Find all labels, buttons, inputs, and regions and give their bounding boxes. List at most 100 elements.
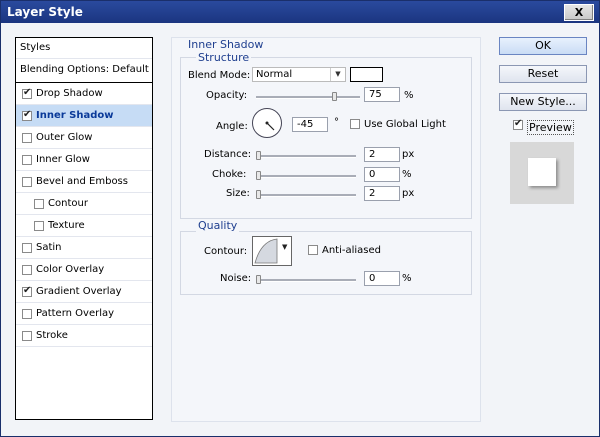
style-item-label: Inner Glow [36,154,90,165]
style-item-inner-shadow[interactable]: ✔ Inner Shadow [16,105,152,127]
style-item-color-overlay[interactable]: Color Overlay [16,259,152,281]
blend-mode-label: Blend Mode: [188,70,251,81]
choke-slider[interactable] [256,171,356,180]
anti-aliased-label: Anti-aliased [322,245,382,256]
quality-title: Quality [196,219,240,232]
style-item-label: Inner Shadow [36,110,114,121]
noise-unit: % [402,273,412,284]
style-checkbox-outer-glow[interactable] [22,133,32,143]
contour-curve-icon: ▼ [254,238,288,264]
preview-label: Preview [527,120,574,135]
size-unit: px [402,188,415,199]
close-button[interactable]: X [564,4,594,21]
window-title: Layer Style [7,5,83,19]
blending-options-label: Blending Options: Default [20,64,149,75]
style-checkbox-drop-shadow[interactable]: ✔ [22,87,32,99]
style-item-inner-glow[interactable]: Inner Glow [16,149,152,171]
svg-text:▼: ▼ [282,243,288,251]
style-item-label: Drop Shadow [36,88,103,99]
choke-unit: % [402,169,412,180]
preview-checkbox[interactable]: ✔ [513,118,523,130]
noise-slider[interactable] [256,275,356,284]
contour-picker[interactable]: ▼ [252,236,292,266]
style-item-label: Outer Glow [36,132,93,143]
style-checkbox-satin[interactable] [22,243,32,253]
style-item-label: Color Overlay [36,264,105,275]
contour-label: Contour: [204,246,248,257]
title-bar[interactable]: Layer Style X [1,1,599,23]
checkmark-icon: ✔ [514,118,523,129]
distance-slider-thumb[interactable] [256,151,261,160]
use-global-light-checkbox[interactable] [350,119,360,129]
ok-button[interactable]: OK [499,37,587,55]
style-item-drop-shadow[interactable]: ✔ Drop Shadow [16,83,152,105]
opacity-slider-thumb[interactable] [332,92,337,101]
style-item-satin[interactable]: Satin [16,237,152,259]
style-checkbox-inner-glow[interactable] [22,155,32,165]
size-slider-thumb[interactable] [256,190,261,199]
style-preview-thumbnail [510,142,574,204]
distance-label: Distance: [204,149,252,160]
style-item-label: Contour [48,198,88,209]
blending-options-item[interactable]: Blending Options: Default [16,59,152,83]
opacity-slider[interactable] [256,92,360,101]
distance-unit: px [402,149,415,160]
shadow-color-swatch[interactable] [350,67,383,82]
blend-mode-value: Normal [256,69,293,80]
style-checkbox-pattern-overlay[interactable] [22,309,32,319]
style-checkbox-stroke[interactable] [22,331,32,341]
style-item-label: Texture [48,220,85,231]
style-checkbox-inner-shadow[interactable]: ✔ [22,109,32,121]
distance-slider[interactable] [256,151,356,160]
angle-dial-needle-icon [265,121,275,131]
style-item-label: Bevel and Emboss [36,176,128,187]
angle-dial[interactable] [252,108,282,138]
quality-group [180,231,472,295]
layer-style-dialog: Layer Style X Styles Blending Options: D… [0,0,600,437]
reset-button[interactable]: Reset [499,65,587,83]
distance-input[interactable]: 2 [364,147,400,162]
choke-label: Choke: [212,169,247,180]
style-checkbox-color-overlay[interactable] [22,265,32,275]
choke-slider-thumb[interactable] [256,171,261,180]
structure-title: Structure [196,51,252,64]
styles-list: Styles Blending Options: Default ✔ Drop S… [15,37,153,420]
opacity-label: Opacity: [206,90,248,101]
noise-slider-thumb[interactable] [256,275,261,284]
use-global-light-label: Use Global Light [364,119,446,130]
angle-label: Angle: [216,121,248,132]
styles-header-label: Styles [20,42,51,53]
style-item-gradient-overlay[interactable]: ✔ Gradient Overlay [16,281,152,303]
blend-mode-select[interactable]: Normal ▼ [252,67,346,82]
settings-panel: Inner Shadow Structure Blend Mode: Norma… [171,37,481,422]
style-checkbox-contour[interactable] [34,199,44,209]
new-style-button[interactable]: New Style... [499,93,587,111]
noise-input[interactable]: 0 [364,271,400,286]
style-item-outer-glow[interactable]: Outer Glow [16,127,152,149]
size-slider[interactable] [256,190,356,199]
choke-input[interactable]: 0 [364,167,400,182]
style-item-texture[interactable]: Texture [16,215,152,237]
style-item-label: Pattern Overlay [36,308,115,319]
noise-label: Noise: [220,273,252,284]
anti-aliased-checkbox[interactable] [308,245,318,255]
angle-unit: ° [334,117,339,128]
preview-square [528,158,556,186]
style-item-contour[interactable]: Contour [16,193,152,215]
style-item-pattern-overlay[interactable]: Pattern Overlay [16,303,152,325]
checkmark-icon: ✔ [23,109,32,120]
style-checkbox-gradient-overlay[interactable]: ✔ [22,285,32,297]
style-item-label: Satin [36,242,62,253]
style-item-bevel-and-emboss[interactable]: Bevel and Emboss [16,171,152,193]
angle-input[interactable]: -45 [292,117,328,132]
opacity-input[interactable]: 75 [364,87,400,102]
styles-header[interactable]: Styles [16,38,152,59]
size-label: Size: [226,188,250,199]
style-checkbox-texture[interactable] [34,221,44,231]
style-checkbox-bevel-and-emboss[interactable] [22,177,32,187]
size-input[interactable]: 2 [364,186,400,201]
style-item-stroke[interactable]: Stroke [16,325,152,347]
style-item-label: Gradient Overlay [36,286,122,297]
checkmark-icon: ✔ [23,87,32,98]
style-item-label: Stroke [36,330,68,341]
